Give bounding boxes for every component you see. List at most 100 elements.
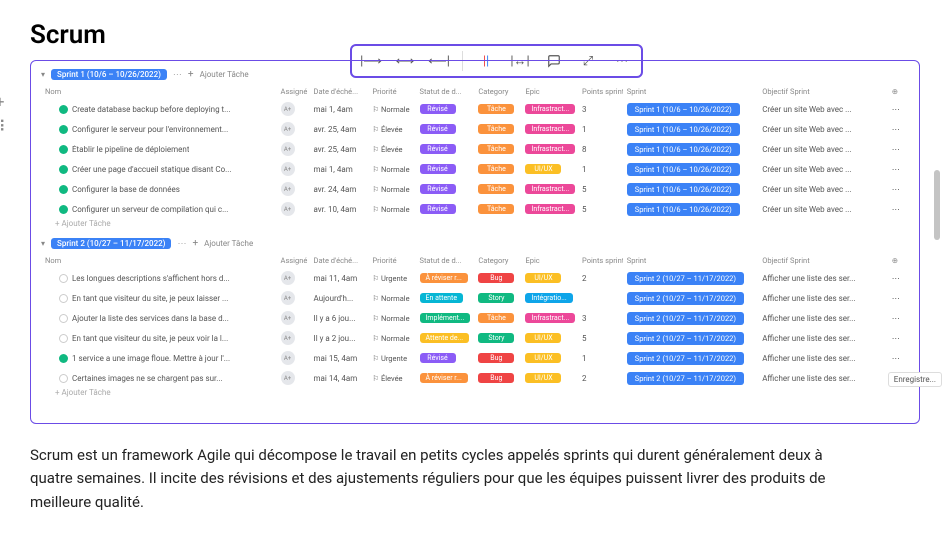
- priority-cell[interactable]: ⚐ Normale: [368, 179, 415, 199]
- points-cell[interactable]: 1: [578, 159, 623, 179]
- sprint-pill[interactable]: Sprint 2 (10/27 – 11/17/2022): [627, 332, 744, 345]
- col-category[interactable]: Category: [474, 253, 521, 268]
- date-cell[interactable]: Il y a 2 jou...: [310, 328, 369, 348]
- status-pill[interactable]: Attente de...: [420, 333, 470, 343]
- table-row[interactable]: 1 service a une image floue. Mettre à jo…: [41, 348, 909, 368]
- col-assignee[interactable]: Assigné: [277, 84, 310, 99]
- check-icon[interactable]: [59, 185, 68, 194]
- check-icon[interactable]: [59, 165, 68, 174]
- col-goal[interactable]: Objectif Sprint: [758, 84, 888, 99]
- check-icon[interactable]: [59, 105, 68, 114]
- points-cell[interactable]: 2: [578, 368, 623, 388]
- sprint-pill[interactable]: Sprint 1 (10/6 – 10/26/2022): [627, 183, 740, 196]
- status-pill[interactable]: Implément...: [420, 313, 471, 323]
- points-cell[interactable]: 1: [578, 119, 623, 139]
- goal-cell[interactable]: Afficher une liste des ser...: [758, 368, 888, 388]
- epic-pill[interactable]: UI/UX: [525, 333, 561, 343]
- table-row[interactable]: Configurer un serveur de compilation qui…: [41, 199, 909, 219]
- priority-cell[interactable]: ⚐ Urgente: [368, 268, 415, 288]
- category-pill[interactable]: Tâche: [478, 124, 514, 134]
- collapse-icon[interactable]: ▾: [41, 70, 45, 79]
- epic-pill[interactable]: Intégratio...: [525, 293, 572, 303]
- goal-cell[interactable]: Créer un site Web avec ...: [758, 99, 888, 119]
- priority-cell[interactable]: ⚐ Normale: [368, 308, 415, 328]
- circle-icon[interactable]: [59, 274, 68, 283]
- status-pill[interactable]: Révisé: [420, 124, 456, 134]
- sprint-pill[interactable]: Sprint 2 (10/27 – 11/17/2022): [627, 352, 744, 365]
- sprint-pill[interactable]: Sprint 1 (10/6 – 10/26/2022): [627, 103, 740, 116]
- priority-cell[interactable]: ⚐ Élevée: [368, 119, 415, 139]
- add-task-button[interactable]: Ajouter Tâche: [204, 239, 253, 248]
- check-icon[interactable]: [59, 354, 68, 363]
- row-more-icon[interactable]: ⋯: [888, 348, 909, 368]
- goal-cell[interactable]: Créer un site Web avec ...: [758, 139, 888, 159]
- points-cell[interactable]: 8: [578, 139, 623, 159]
- sprint-pill[interactable]: Sprint 2 (10/27 – 11/17/2022): [627, 372, 744, 385]
- row-more-icon[interactable]: ⋯: [888, 159, 909, 179]
- status-pill[interactable]: Révisé: [420, 204, 456, 214]
- table-row[interactable]: Créer une page d'accueil statique disant…: [41, 159, 909, 179]
- date-cell[interactable]: avr. 25, 4am: [310, 139, 369, 159]
- goal-cell[interactable]: Créer un site Web avec ...: [758, 179, 888, 199]
- status-pill[interactable]: Révisé: [420, 353, 456, 363]
- date-cell[interactable]: Il y a 6 jou...: [310, 308, 369, 328]
- assignee-avatar[interactable]: A+: [281, 311, 295, 325]
- col-priority[interactable]: Priorité: [368, 84, 415, 99]
- collapse-icon[interactable]: ▾: [41, 239, 45, 248]
- circle-icon[interactable]: [59, 314, 68, 323]
- check-icon[interactable]: [59, 205, 68, 214]
- category-pill[interactable]: Tâche: [478, 104, 514, 114]
- col-goal[interactable]: Objectif Sprint: [758, 253, 888, 268]
- points-cell[interactable]: 3: [578, 308, 623, 328]
- assignee-avatar[interactable]: A+: [281, 331, 295, 345]
- drag-handle-icon[interactable]: ⠿: [0, 117, 6, 136]
- assignee-avatar[interactable]: A+: [281, 122, 295, 136]
- goal-cell[interactable]: Créer un site Web avec ...: [758, 159, 888, 179]
- col-priority[interactable]: Priorité: [368, 253, 415, 268]
- points-cell[interactable]: 1: [578, 348, 623, 368]
- goal-cell[interactable]: Créer un site Web avec ...: [758, 199, 888, 219]
- points-cell[interactable]: 5: [578, 199, 623, 219]
- epic-pill[interactable]: UI/UX: [525, 373, 561, 383]
- row-more-icon[interactable]: ⋯: [888, 288, 909, 308]
- row-more-icon[interactable]: ⋯: [888, 308, 909, 328]
- goal-cell[interactable]: Afficher une liste des ser...: [758, 348, 888, 368]
- category-pill[interactable]: Tâche: [478, 204, 514, 214]
- scrollbar[interactable]: [934, 170, 940, 240]
- date-cell[interactable]: mai 1, 4am: [310, 99, 369, 119]
- col-category[interactable]: Category: [474, 84, 521, 99]
- date-cell[interactable]: avr. 25, 4am: [310, 119, 369, 139]
- epic-pill[interactable]: Infrastract...: [525, 313, 575, 323]
- table-row[interactable]: Create database backup before deploying …: [41, 99, 909, 119]
- assignee-avatar[interactable]: A+: [281, 271, 295, 285]
- epic-pill[interactable]: UI/UX: [525, 164, 561, 174]
- category-pill[interactable]: Story: [478, 333, 514, 343]
- goal-cell[interactable]: Afficher une liste des ser...: [758, 308, 888, 328]
- circle-icon[interactable]: [59, 294, 68, 303]
- category-pill[interactable]: Tâche: [478, 313, 514, 323]
- circle-icon[interactable]: [59, 374, 68, 383]
- add-block-icon[interactable]: +: [0, 92, 4, 111]
- status-pill[interactable]: Révisé: [420, 184, 456, 194]
- epic-pill[interactable]: Infrastract...: [525, 124, 575, 134]
- sprint-pill[interactable]: Sprint 1 (10/6 – 10/26/2022): [627, 123, 740, 136]
- date-cell[interactable]: Aujourd'h...: [310, 288, 369, 308]
- points-cell[interactable]: 5: [578, 328, 623, 348]
- epic-pill[interactable]: Infrastract...: [525, 184, 575, 194]
- epic-pill[interactable]: UI/UX: [525, 353, 561, 363]
- row-more-icon[interactable]: ⋯: [888, 328, 909, 348]
- table-row[interactable]: Les longues descriptions s'affichent hor…: [41, 268, 909, 288]
- status-pill[interactable]: À réviser r...: [420, 373, 468, 383]
- col-points[interactable]: Points sprint: [578, 253, 623, 268]
- col-date[interactable]: Date d'éché...: [310, 84, 369, 99]
- circle-icon[interactable]: [59, 334, 68, 343]
- assignee-avatar[interactable]: A+: [281, 162, 295, 176]
- col-status[interactable]: Statut de d...: [416, 253, 475, 268]
- row-more-icon[interactable]: ⋯: [888, 99, 909, 119]
- priority-cell[interactable]: ⚐ Normale: [368, 99, 415, 119]
- goal-cell[interactable]: Créer un site Web avec ...: [758, 119, 888, 139]
- row-more-icon[interactable]: ⋯: [888, 199, 909, 219]
- row-more-icon[interactable]: ⋯: [888, 268, 909, 288]
- priority-cell[interactable]: ⚐ Normale: [368, 159, 415, 179]
- goal-cell[interactable]: Afficher une liste des ser...: [758, 328, 888, 348]
